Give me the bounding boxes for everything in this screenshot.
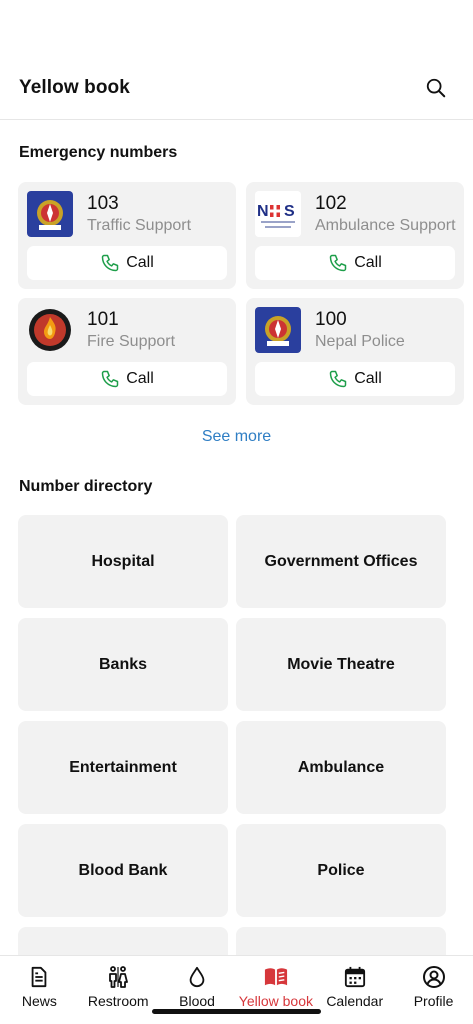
header-divider xyxy=(0,119,473,120)
police-emblem-icon xyxy=(255,307,301,353)
emergency-number: 101 xyxy=(87,309,119,330)
see-more-link[interactable]: See more xyxy=(0,428,473,446)
nav-label: Restroom xyxy=(87,993,149,1009)
app-root: Yellow book Emergency numbers 103 Traffi… xyxy=(0,0,473,1024)
nav-label: Blood xyxy=(179,993,215,1009)
phone-icon xyxy=(329,254,347,272)
call-button-100[interactable]: Call xyxy=(255,362,455,396)
phone-icon xyxy=(329,370,347,388)
directory-item-government-offices[interactable]: Government Offices xyxy=(236,515,446,608)
book-icon xyxy=(264,965,288,989)
emergency-card-ambulance: N S 102 Ambulance Support Call xyxy=(246,182,464,289)
nav-item-profile[interactable]: Profile xyxy=(394,956,473,1024)
blood-drop-icon xyxy=(185,965,209,989)
page-title: Yellow book xyxy=(19,77,130,98)
emergency-label: Nepal Police xyxy=(315,333,405,350)
call-label: Call xyxy=(354,254,382,271)
nas-logo-icon: N S xyxy=(255,191,301,237)
directory-item-police[interactable]: Police xyxy=(236,824,446,917)
nav-label: Profile xyxy=(413,993,454,1009)
news-icon xyxy=(27,965,51,989)
emergency-number: 100 xyxy=(315,309,347,330)
call-label: Call xyxy=(126,370,154,387)
nav-item-restroom[interactable]: Restroom xyxy=(79,956,158,1024)
emergency-card-police: 100 Nepal Police Call xyxy=(246,298,464,405)
nav-label: Calendar xyxy=(326,993,384,1009)
calendar-icon xyxy=(343,965,367,989)
emergency-card-fire: 101 Fire Support Call xyxy=(18,298,236,405)
nav-item-news[interactable]: News xyxy=(0,956,79,1024)
svg-text:N: N xyxy=(257,203,269,220)
nav-label: Yellow book xyxy=(238,993,313,1009)
call-button-101[interactable]: Call xyxy=(27,362,227,396)
profile-icon xyxy=(422,965,446,989)
directory-item-hospital[interactable]: Hospital xyxy=(18,515,228,608)
directory-item-ambulance[interactable]: Ambulance xyxy=(236,721,446,814)
emergency-label: Fire Support xyxy=(87,333,176,350)
emergency-label: Ambulance Support xyxy=(315,217,456,234)
call-label: Call xyxy=(354,370,382,387)
svg-text:S: S xyxy=(284,203,295,220)
directory-section-title: Number directory xyxy=(19,478,153,495)
restroom-icon xyxy=(106,965,130,989)
call-button-103[interactable]: Call xyxy=(27,246,227,280)
police-emblem-icon xyxy=(27,191,73,237)
call-label: Call xyxy=(126,254,154,271)
directory-grid: Hospital Government Offices Banks Movie … xyxy=(18,515,446,1020)
emergency-number: 102 xyxy=(315,193,347,214)
emergency-grid: 103 Traffic Support Call N S 102 Ambulan… xyxy=(18,182,464,405)
directory-item-banks[interactable]: Banks xyxy=(18,618,228,711)
nav-label: News xyxy=(21,993,57,1009)
fire-emblem-icon xyxy=(27,307,73,353)
phone-icon xyxy=(101,254,119,272)
directory-item-blood-bank[interactable]: Blood Bank xyxy=(18,824,228,917)
nav-item-calendar[interactable]: Calendar xyxy=(315,956,394,1024)
emergency-card-traffic: 103 Traffic Support Call xyxy=(18,182,236,289)
emergency-number: 103 xyxy=(87,193,119,214)
emergency-section-title: Emergency numbers xyxy=(19,144,178,161)
app-header: Yellow book xyxy=(0,58,473,118)
emergency-label: Traffic Support xyxy=(87,217,192,234)
call-button-102[interactable]: Call xyxy=(255,246,455,280)
home-indicator xyxy=(152,1009,321,1014)
directory-item-entertainment[interactable]: Entertainment xyxy=(18,721,228,814)
search-icon xyxy=(426,78,446,98)
search-button[interactable] xyxy=(421,73,451,103)
phone-icon xyxy=(101,370,119,388)
directory-item-movie-theatre[interactable]: Movie Theatre xyxy=(236,618,446,711)
